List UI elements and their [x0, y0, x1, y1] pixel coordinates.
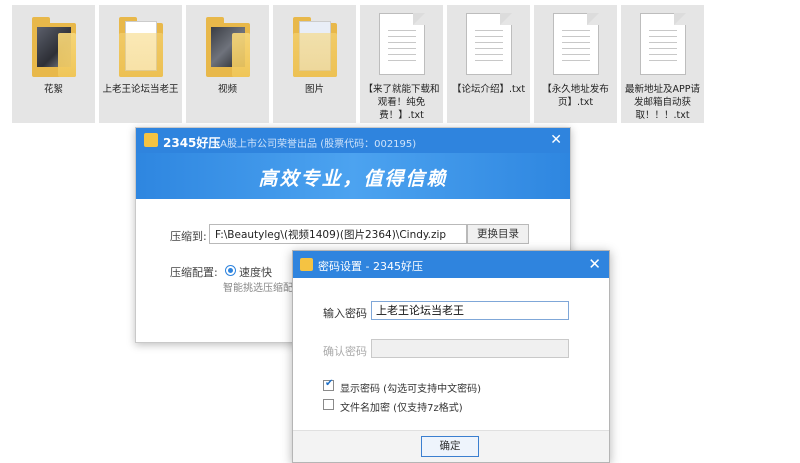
close-icon[interactable]: ✕: [588, 255, 601, 273]
encrypt-filenames-label[interactable]: 文件名加密 (仅支持7z格式): [340, 399, 463, 414]
file-label: 【永久地址发布页】.txt: [542, 84, 609, 108]
folder-icon: [31, 11, 76, 77]
password-dialog: 密码设置 - 2345好压 ✕ 输入密码 上老王论坛当老王 确认密码 ✔ 显示密…: [292, 250, 610, 463]
show-password-label[interactable]: 显示密码 (勾选可支持中文密码): [340, 380, 481, 395]
output-path-field[interactable]: F:\Beautyleg\(视频1409)(图片2364)\Cindy.zip: [209, 224, 467, 244]
folder-icon: [118, 11, 163, 77]
text-file-icon: [378, 11, 425, 75]
app-logo-icon: [300, 258, 313, 271]
slogan-banner: 高效专业，值得信赖: [136, 153, 570, 199]
ok-button[interactable]: 确定: [421, 436, 479, 457]
file-label: 图片: [304, 84, 324, 95]
file-label: 【论坛介绍】.txt: [451, 84, 526, 95]
desktop-folder-forum[interactable]: 上老王论坛当老王: [99, 5, 182, 123]
app-logo-icon: [144, 133, 158, 147]
path-label: 压缩到:: [170, 230, 207, 243]
desktop-folder-huaxu[interactable]: 花絮: [12, 5, 95, 123]
compress-dialog-titlebar[interactable]: 2345好压 – A股上市公司荣誉出品 (股票代码：002195) ✕: [136, 128, 570, 153]
file-label: 上老王论坛当老王: [102, 84, 179, 95]
password-input[interactable]: 上老王论坛当老王: [371, 301, 569, 320]
close-icon[interactable]: ✕: [550, 132, 562, 148]
slogan-text: 高效专业，值得信赖: [258, 168, 448, 190]
desktop-folder-pictures[interactable]: 图片: [273, 5, 356, 123]
config-label: 压缩配置:: [170, 266, 218, 279]
change-directory-button[interactable]: 更换目录: [467, 224, 529, 244]
config-hint: 智能挑选压缩配置: [223, 283, 303, 294]
confirm-password-label: 确认密码: [323, 345, 367, 358]
speed-option-label[interactable]: 速度快: [239, 264, 272, 280]
confirm-password-input[interactable]: [371, 339, 569, 358]
speed-radio[interactable]: [225, 265, 236, 276]
file-label: 视频: [217, 84, 237, 95]
text-file-icon: [465, 11, 512, 75]
password-dialog-titlebar[interactable]: 密码设置 - 2345好压 ✕: [293, 251, 609, 278]
password-dialog-title: 密码设置 - 2345好压: [318, 260, 423, 273]
desktop-txt-permanent-address[interactable]: 【永久地址发布页】.txt: [534, 5, 617, 123]
file-label: 【来了就能下载和观看！纯免费！】.txt: [363, 84, 440, 121]
desktop-txt-forum-intro[interactable]: 【论坛介绍】.txt: [447, 5, 530, 123]
show-password-checkbox[interactable]: ✔: [323, 378, 334, 391]
desktop-txt-free-download[interactable]: 【来了就能下载和观看！纯免费！】.txt: [360, 5, 443, 123]
desktop-txt-latest-address[interactable]: 最新地址及APP请发邮箱自动获取！！！.txt: [621, 5, 704, 123]
text-file-icon: [552, 11, 599, 75]
file-label: 花絮: [43, 84, 63, 95]
folder-icon: [205, 11, 250, 77]
folder-icon: [292, 11, 337, 77]
desktop-folder-video[interactable]: 视频: [186, 5, 269, 123]
dialog-footer: 确定: [293, 430, 609, 462]
compress-dialog-subtitle: – A股上市公司荣誉出品 (股票代码：002195): [212, 139, 417, 150]
encrypt-filenames-checkbox[interactable]: [323, 399, 334, 410]
file-label: 最新地址及APP请发邮箱自动获取！！！.txt: [625, 84, 700, 121]
password-label: 输入密码: [323, 307, 367, 320]
text-file-icon: [639, 11, 686, 75]
checkmark-icon: ✔: [325, 378, 334, 389]
